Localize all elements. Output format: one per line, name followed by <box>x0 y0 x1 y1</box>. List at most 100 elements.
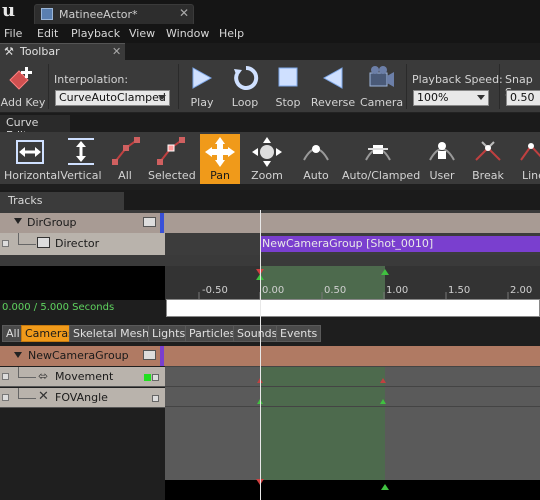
track-checkbox[interactable] <box>2 394 9 401</box>
camera-button[interactable]: Camera <box>360 60 403 113</box>
tick-label: 2.00 <box>510 285 533 296</box>
track-checkbox[interactable] <box>2 373 9 380</box>
auto-clamped-tangent-button[interactable]: Auto/Clamped <box>342 134 420 184</box>
chevron-down-icon <box>477 95 485 100</box>
toolbar-tab-label: Toolbar <box>20 45 60 58</box>
toolbar-tab[interactable]: ⚒ Toolbar ✕ <box>0 43 125 60</box>
collapse-arrow-icon[interactable] <box>14 352 22 358</box>
pan-label: Pan <box>210 169 230 182</box>
filter-events[interactable]: Events <box>276 325 322 342</box>
fit-selected-button[interactable]: Selected <box>148 134 196 184</box>
playhead[interactable] <box>260 210 261 500</box>
loop-end-marker-icon[interactable] <box>381 269 389 275</box>
tick-label: 0.00 <box>262 285 285 296</box>
fit-horizontal-button[interactable]: Horizontal <box>4 134 60 184</box>
toolbar-tab-row: ⚒ Toolbar ✕ <box>0 43 540 60</box>
linear-tangent-button[interactable]: Line <box>514 134 540 184</box>
interpolation-dropdown[interactable]: CurveAutoClamped <box>55 90 170 106</box>
playback-section <box>260 346 385 500</box>
lower-time-bar <box>165 480 540 500</box>
fit-vertical-icon <box>68 138 94 165</box>
user-tangent-button[interactable]: User <box>422 134 462 184</box>
group-filter-row: All Cameras Skeletal Meshes Lights Parti… <box>0 323 540 344</box>
camera-icon <box>369 66 394 87</box>
auto-clamped-tangent-icon <box>365 145 391 161</box>
director-track-lane[interactable]: NewCameraGroup [Shot_0010] <box>165 233 540 255</box>
auto-tangent-button[interactable]: Auto <box>296 134 336 184</box>
pan-button[interactable]: Pan <box>200 134 240 184</box>
play-icon <box>192 67 213 89</box>
stop-button[interactable]: Stop <box>268 60 308 113</box>
filter-particles[interactable]: Particles <box>185 325 240 342</box>
play-button[interactable]: Play <box>182 60 222 113</box>
director-track-label[interactable]: Director <box>0 233 165 255</box>
menu-help[interactable]: Help <box>219 26 244 43</box>
menu-window[interactable]: Window <box>166 26 209 43</box>
movement-icon: ⬄ <box>38 369 49 383</box>
fit-vertical-button[interactable]: Vertical <box>60 134 102 184</box>
pan-icon <box>205 137 235 167</box>
dir-group-row[interactable]: DirGroup <box>0 213 540 233</box>
reverse-button[interactable]: Reverse <box>310 60 356 113</box>
add-key-button[interactable]: Add Key <box>0 60 46 113</box>
close-icon[interactable]: ✕ <box>179 6 189 20</box>
menu-playback[interactable]: Playback <box>71 26 120 43</box>
track-option-toggle[interactable] <box>152 374 159 381</box>
camera-timeline[interactable] <box>165 346 540 500</box>
auto-tangent-icon <box>303 145 329 161</box>
document-tab-label: MatineeActor* <box>59 8 138 21</box>
tracks-tab[interactable]: Tracks <box>0 192 124 210</box>
keyframe[interactable] <box>380 378 386 383</box>
loop-label: Loop <box>231 96 259 109</box>
group-color-strip <box>160 346 164 366</box>
playback-speed-dropdown[interactable]: 100% <box>413 90 489 106</box>
fit-all-label: All <box>118 169 132 182</box>
collapse-arrow-icon[interactable] <box>14 218 22 224</box>
menu-edit[interactable]: Edit <box>37 26 58 43</box>
filter-lights[interactable]: Lights <box>148 325 190 342</box>
fov-angle-track-label[interactable]: ✕ FOVAngle <box>0 388 165 408</box>
main-toolbar: Add Key Interpolation: CurveAutoClamped … <box>0 60 540 113</box>
fit-vertical-label: Vertical <box>60 169 102 182</box>
playback-speed-value: 100% <box>417 91 449 104</box>
wrench-icon: ⚒ <box>4 45 14 58</box>
zoom-button[interactable]: Zoom <box>246 134 288 184</box>
filter-sounds[interactable]: Sounds <box>233 325 282 342</box>
curve-visibility-toggle[interactable] <box>144 374 151 381</box>
loop-end-marker-icon[interactable] <box>381 484 389 490</box>
break-tangent-button[interactable]: Break <box>468 134 508 184</box>
close-icon[interactable]: ✕ <box>112 45 121 58</box>
interpolation-label: Interpolation: <box>54 73 129 86</box>
snap-dropdown[interactable]: 0.50 <box>506 90 540 106</box>
loop-button[interactable]: Loop <box>224 60 266 113</box>
folder-icon[interactable] <box>143 217 156 227</box>
shot-bar[interactable]: NewCameraGroup [Shot_0010] <box>260 236 540 252</box>
track-option-toggle[interactable] <box>152 395 159 402</box>
track-checkbox[interactable] <box>2 240 9 247</box>
fit-all-button[interactable]: All <box>106 134 144 184</box>
tick-label: 0.50 <box>324 285 347 296</box>
linear-tangent-icon <box>520 143 540 161</box>
menu-bar: File Edit Playback View Window Help <box>0 26 540 43</box>
menu-file[interactable]: File <box>4 26 22 43</box>
menu-view[interactable]: View <box>129 26 155 43</box>
title-bar: u MatineeActor* ✕ <box>0 0 540 26</box>
time-ruler[interactable]: -0.50 0.00 0.50 1.00 1.50 2.00 <box>165 266 540 300</box>
fov-angle-icon: ✕ <box>38 389 49 404</box>
keyframe[interactable] <box>380 399 386 404</box>
document-tab[interactable]: MatineeActor* ✕ <box>34 4 194 24</box>
shot-label: NewCameraGroup [Shot_0010] <box>262 237 434 250</box>
time-readout: 0.000 / 5.000 Seconds <box>2 302 115 313</box>
zoom-icon <box>252 137 282 167</box>
curve-editor-tab[interactable]: Curve Editor <box>0 115 70 142</box>
camera-group-row[interactable]: NewCameraGroup <box>0 346 540 366</box>
break-tangent-label: Break <box>472 169 504 182</box>
folder-icon[interactable] <box>143 350 156 360</box>
break-tangent-icon <box>475 141 501 161</box>
timeline-scrollbar[interactable] <box>166 299 540 317</box>
movement-track-label[interactable]: ⬄ Movement <box>0 367 165 387</box>
unreal-logo-icon: u <box>2 0 16 21</box>
tick-label: 1.50 <box>448 285 471 296</box>
fit-horizontal-icon <box>16 140 44 164</box>
director-label: Director <box>55 237 100 250</box>
